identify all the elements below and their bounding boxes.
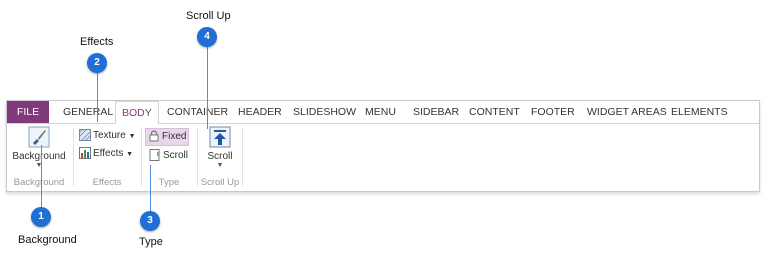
group-label-background: Background [13,177,65,188]
scroll-type-button[interactable]: Scroll [149,148,188,164]
callout-badge-3: 3 [140,211,160,231]
group-background: Background ▼ Background [7,124,71,190]
group-label-effects: Effects [92,177,122,188]
divider [73,128,74,186]
tab-elements[interactable]: ELEMENTS [671,101,728,123]
tab-header[interactable]: HEADER [238,101,282,123]
tab-widget-areas[interactable]: WIDGET AREAS [587,101,667,123]
chevron-down-icon: ▼ [216,162,224,169]
scroll-page-icon [149,149,160,162]
callout-line-1 [41,145,42,207]
fixed-label: Fixed [162,131,187,142]
texture-button[interactable]: Texture ▼ [79,128,136,144]
lock-icon [149,130,159,142]
ribbon: FILE GENERAL BODY CONTAINER HEADER SLIDE… [6,100,760,192]
tab-file[interactable]: FILE [7,101,49,123]
chevron-down-icon: ▼ [35,162,43,169]
group-label-scroll-up: Scroll Up [200,177,240,188]
scroll-up-button-label: Scroll [207,151,233,162]
background-button-label: Background [12,151,66,162]
callout-line-4 [207,45,208,129]
divider [141,128,142,186]
scroll-up-button[interactable]: Scroll ▼ [201,126,239,170]
callout-badge-4: 4 [197,27,217,47]
tab-body[interactable]: BODY [115,101,159,125]
scroll-type-label: Scroll [163,150,189,161]
callout-label-type: Type [139,236,163,248]
tab-container[interactable]: CONTAINER [167,101,228,123]
callout-badge-1: 1 [31,207,51,227]
tab-sidebar[interactable]: SIDEBAR [413,101,459,123]
background-button[interactable]: Background ▼ [11,126,67,170]
tab-content[interactable]: CONTENT [469,101,520,123]
divider [197,128,198,186]
paintbrush-icon [28,126,50,148]
tab-slideshow[interactable]: SLIDESHOW [293,101,356,123]
divider [242,128,243,186]
group-scroll-up: Scroll ▼ Scroll Up [199,124,241,190]
callout-label-scroll-up: Scroll Up [186,10,231,22]
callout-label-effects: Effects [80,36,114,48]
callout-badge-2: 2 [87,53,107,73]
ribbon-panel: Background ▼ Background Texture ▼ Effect… [7,124,759,190]
callout-line-3 [150,165,151,212]
effects-label: Effects [93,148,124,159]
fixed-button[interactable]: Fixed [145,128,190,146]
chevron-down-icon: ▼ [126,151,134,158]
tab-menu[interactable]: MENU [365,101,396,123]
effects-chart-icon [79,147,91,160]
arrow-up-icon [209,126,231,148]
group-effects: Texture ▼ Effects ▼ Effects [75,124,139,190]
chevron-down-icon: ▼ [128,133,136,140]
tab-footer[interactable]: FOOTER [531,101,575,123]
callout-line-2 [97,72,98,122]
ribbon-tab-bar: FILE GENERAL BODY CONTAINER HEADER SLIDE… [7,101,759,125]
effects-button[interactable]: Effects ▼ [79,146,133,162]
callout-label-background: Background [18,234,77,246]
texture-icon [79,129,91,142]
tab-general[interactable]: GENERAL [63,101,113,123]
texture-label: Texture [93,130,126,141]
